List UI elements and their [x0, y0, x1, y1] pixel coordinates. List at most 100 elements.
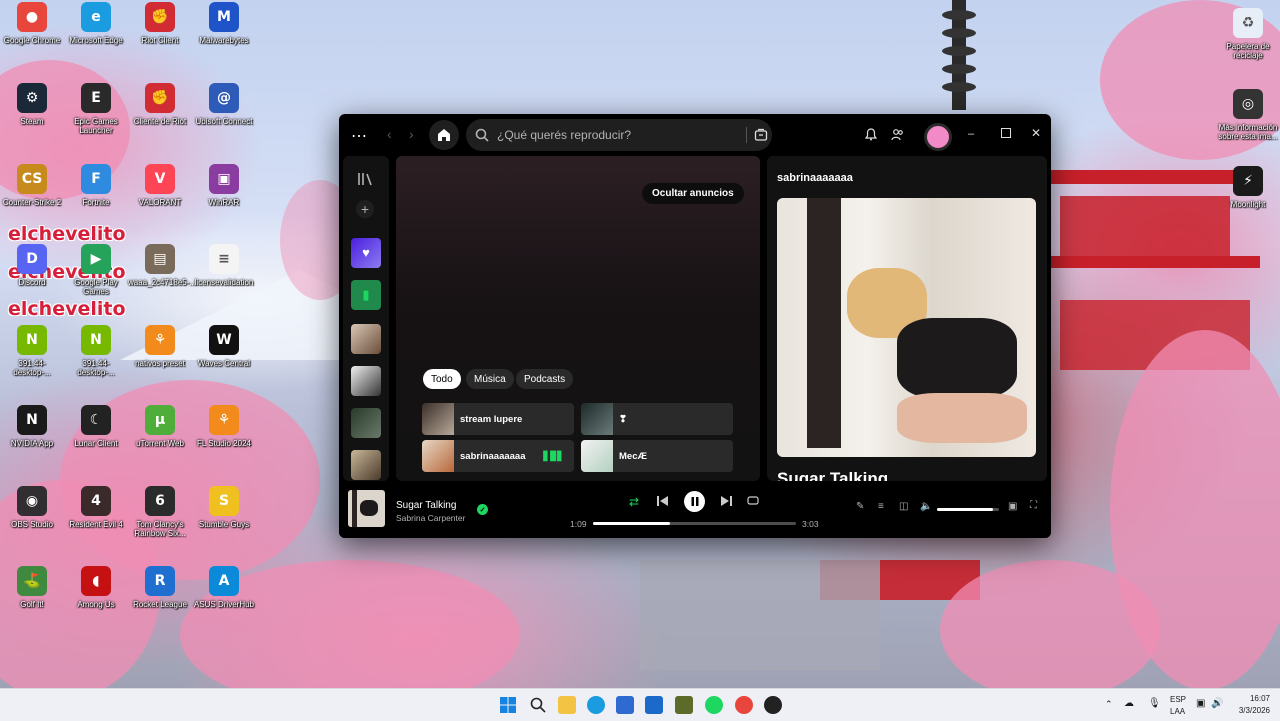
desktop-icon-malwarebytes[interactable]: M Malwarebytes — [192, 2, 256, 45]
next-icon[interactable] — [721, 496, 732, 506]
tray-overflow-icon[interactable]: ⌃ — [1105, 699, 1113, 710]
close-icon[interactable]: ✕ — [1031, 126, 1041, 140]
desktop-icon-valorant[interactable]: V VALORANT — [128, 164, 192, 207]
more-options-icon[interactable]: ⋯ — [351, 126, 368, 146]
desktop-icon-steam[interactable]: ⚙ Steam — [0, 83, 64, 126]
previous-icon[interactable] — [657, 496, 668, 506]
desktop-icon-lunar-client[interactable]: ☾ Lunar Client — [64, 405, 128, 448]
store-icon[interactable] — [616, 696, 634, 714]
connect-device-icon[interactable]: ◫ — [899, 501, 908, 512]
desktop-icon-riot-client-es[interactable]: ✊ Cliente de Riot — [128, 83, 192, 126]
playlist-thumb[interactable] — [351, 450, 381, 480]
desktop-icon-utorrent[interactable]: µ uTorrent Web — [128, 405, 192, 448]
volume-slider[interactable] — [937, 508, 999, 511]
shuffle-icon[interactable]: ⇄ — [629, 495, 639, 509]
notifications-icon[interactable] — [865, 128, 877, 141]
desktop-icon-recycle-bin[interactable]: ♻ Papelera de reciclaje — [1216, 8, 1280, 60]
tray-cloud-icon[interactable]: ☁ — [1124, 698, 1134, 709]
now-playing-cover[interactable] — [348, 490, 385, 527]
episodes-thumb[interactable]: ▮ — [351, 280, 381, 310]
playlist-thumb[interactable] — [351, 324, 381, 354]
hide-ads-button[interactable]: Ocultar anuncios — [642, 183, 744, 204]
desktop-icon-riot-client[interactable]: ✊ Riot Client — [128, 2, 192, 45]
desktop-icon-edge[interactable]: e Microsoft Edge — [64, 2, 128, 45]
track-title[interactable]: Sugar Talking — [396, 500, 456, 511]
now-playing-context[interactable]: sabrinaaaaaaa — [777, 172, 853, 184]
create-playlist-icon[interactable]: + — [356, 200, 374, 218]
volume-icon[interactable]: 🔈 — [920, 501, 932, 512]
desktop-icon-stumble-guys[interactable]: S Stumble Guys — [192, 486, 256, 529]
search-bar[interactable] — [466, 119, 772, 151]
desktop-icon-chrome[interactable]: ● Google Chrome — [0, 2, 64, 45]
queue-icon[interactable]: ≡ — [878, 501, 884, 512]
desktop-icon-among-us[interactable]: ◖ Among Us — [64, 566, 128, 609]
desktop-icon-ubisoft[interactable]: @ Ubisoft Connect — [192, 83, 256, 126]
search-taskbar-icon[interactable] — [529, 696, 547, 714]
shortcut-card[interactable]: stream lupere — [422, 403, 574, 435]
desktop-icon-text-file[interactable]: ≡ licensevalidation — [192, 244, 256, 287]
desktop-icon-obs[interactable]: ◉ OBS Studio — [0, 486, 64, 529]
search-input[interactable] — [495, 127, 729, 143]
filter-chip-all[interactable]: Todo — [423, 369, 461, 389]
saved-check-icon[interactable]: ✓ — [477, 504, 488, 515]
shortcut-card[interactable]: MecÆ — [581, 440, 733, 472]
minecraft-icon[interactable] — [675, 696, 693, 714]
playlist-thumb[interactable] — [351, 366, 381, 396]
shortcut-card[interactable]: sabrinaaaaaaa ▋▉▋ — [422, 440, 574, 472]
forward-icon[interactable]: › — [409, 126, 414, 142]
clock[interactable]: 16:07 3/3/2026 — [1232, 694, 1270, 715]
desktop-icon-rainbow-six[interactable]: 6 Tom Clancy's Rainbow Six... — [128, 486, 192, 538]
back-icon[interactable]: ‹ — [387, 126, 392, 142]
chrome-taskbar-icon[interactable] — [735, 696, 753, 714]
desktop-icon-google-play-games[interactable]: ▶ Google Play Games — [64, 244, 128, 296]
display-icon[interactable]: ▣ — [1196, 698, 1205, 709]
start-icon[interactable] — [499, 696, 517, 714]
desktop-icon-image-info[interactable]: ◎ Más información sobre esta ima... — [1216, 89, 1280, 141]
desktop-icon-cs2[interactable]: CS Counter-Strike 2 — [0, 164, 64, 207]
liked-songs-thumb[interactable]: ♥ — [351, 238, 381, 268]
now-playing-view-icon[interactable]: ✎ — [856, 501, 864, 512]
fullscreen-icon[interactable]: ⛶ — [1030, 500, 1037, 511]
playlist-thumb[interactable] — [351, 408, 381, 438]
maximize-icon[interactable] — [1001, 128, 1011, 138]
desktop-icon-asus-driverhub[interactable]: A ASUS DriverHub — [192, 566, 256, 609]
track-artist[interactable]: Sabrina Carpenter — [396, 513, 465, 523]
home-button[interactable] — [429, 120, 459, 150]
pause-button[interactable] — [684, 491, 705, 512]
miniplayer-icon[interactable]: ▣ — [1008, 501, 1017, 512]
filter-chip-podcasts[interactable]: Podcasts — [516, 369, 574, 389]
outlook-icon[interactable] — [645, 696, 663, 714]
friend-activity-icon[interactable] — [891, 128, 904, 141]
minimize-icon[interactable]: – — [968, 128, 974, 140]
desktop-icon-nvidia-installer-2[interactable]: N 391.44-desktop-... — [64, 325, 128, 377]
obs-taskbar-icon[interactable] — [764, 696, 782, 714]
desktop-icon-resident-evil[interactable]: 4 Resident Evil 4 — [64, 486, 128, 529]
repeat-icon[interactable] — [747, 495, 759, 506]
desktop-icon-fortnite[interactable]: F Fortnite — [64, 164, 128, 207]
browse-icon[interactable] — [754, 128, 768, 142]
spotify-taskbar-icon[interactable] — [705, 696, 723, 714]
desktop-icon-nvidia-installer[interactable]: N 391.44-desktop-... — [0, 325, 64, 377]
desktop-icon-rocket-league[interactable]: R Rocket League — [128, 566, 192, 609]
desktop-icon-epic-games[interactable]: E Epic Games Launcher — [64, 83, 128, 135]
user-avatar[interactable] — [924, 123, 952, 151]
microphone-icon[interactable]: 🎙 — [1148, 698, 1161, 709]
file-explorer-icon[interactable] — [558, 696, 576, 714]
desktop-icon-nvidia-app[interactable]: N NVIDIA App — [0, 405, 64, 448]
library-icon[interactable] — [357, 172, 373, 186]
shortcut-card[interactable]: ❣ — [581, 403, 733, 435]
desktop-icon-image-file[interactable]: ▤ waaa_2c4718e5-... — [128, 244, 196, 287]
filter-chip-music[interactable]: Música — [466, 369, 514, 389]
progress-bar[interactable] — [593, 522, 796, 525]
desktop-icon-fl-studio[interactable]: ⚘ FL Studio 2024 — [192, 405, 256, 448]
desktop-icon-golf-it[interactable]: ⛳ Golf It! — [0, 566, 64, 609]
edge-taskbar-icon[interactable] — [587, 696, 605, 714]
speaker-icon[interactable]: 🔊 — [1211, 698, 1223, 709]
desktop-icon-moonlight[interactable]: ⚡ Moonlight — [1216, 166, 1280, 209]
desktop-icon-waves[interactable]: W Waves Central — [192, 325, 256, 368]
image-file-icon: ▤ — [145, 244, 175, 274]
desktop-icon-discord[interactable]: D Discord — [0, 244, 64, 287]
desktop-icon-fl-preset[interactable]: ⚘ nativos preset — [128, 325, 192, 368]
desktop-icon-winrar[interactable]: ▣ WinRAR — [192, 164, 256, 207]
input-language[interactable]: ESP LAA — [1170, 695, 1186, 716]
